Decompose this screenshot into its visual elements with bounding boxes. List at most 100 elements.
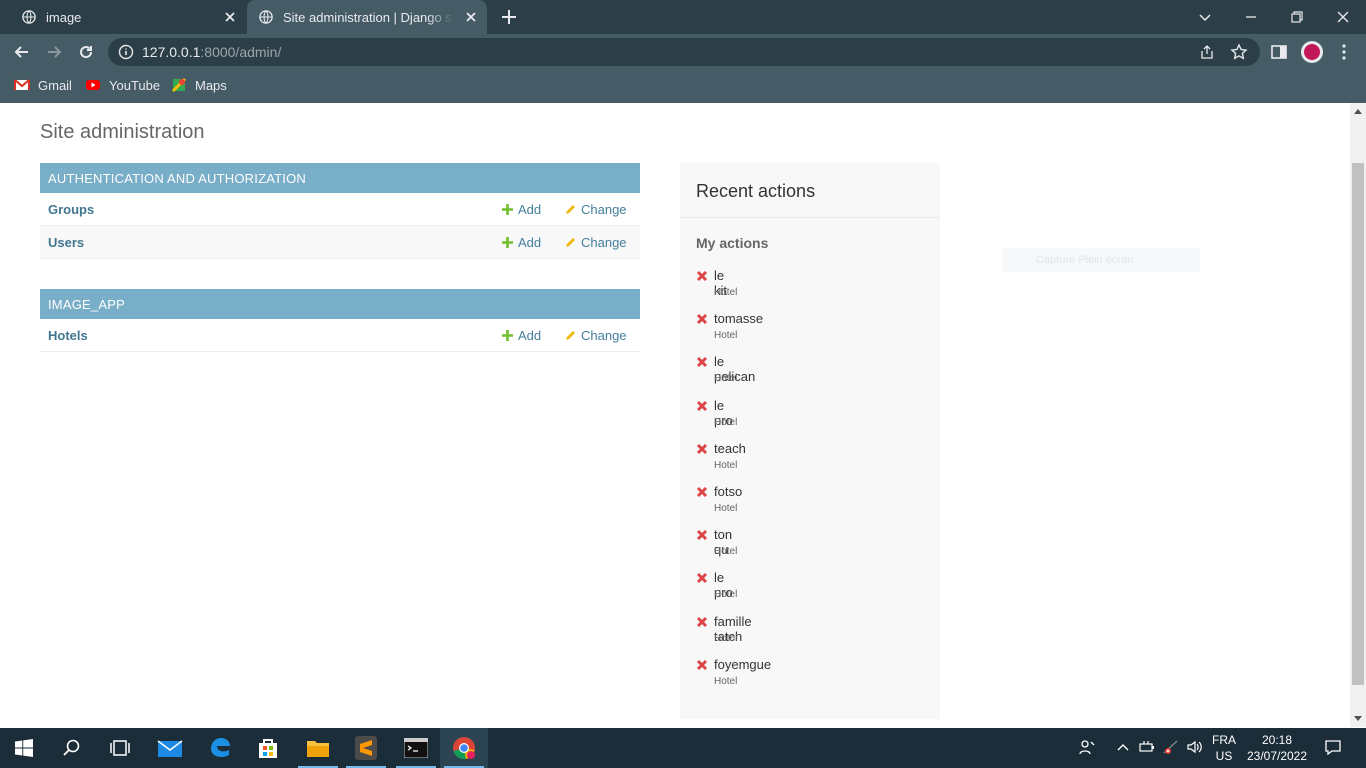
- mail-app[interactable]: [146, 728, 194, 768]
- tab-site-administration[interactable]: Site administration | Django site admin: [247, 0, 487, 34]
- windows-logo-icon: [15, 739, 33, 757]
- recent-action-object: fotso: [714, 483, 743, 499]
- recent-action-type: Hotel: [714, 502, 738, 514]
- terminal-icon: [404, 738, 428, 758]
- bookmark-star-icon[interactable]: [1230, 43, 1248, 61]
- tab-image[interactable]: image: [0, 0, 246, 34]
- my-actions-heading: My actions: [696, 235, 769, 251]
- change-hotels-link[interactable]: Change: [564, 328, 627, 343]
- task-view-button[interactable]: [96, 728, 144, 768]
- bookmark-youtube[interactable]: YouTube: [85, 77, 160, 93]
- change-groups-link[interactable]: Change: [564, 202, 627, 217]
- browser-toolbar: 127.0.0.1:8000/admin/: [0, 34, 1366, 70]
- add-hotels-link[interactable]: Add: [502, 328, 541, 343]
- recent-action-object: tomasse: [714, 311, 764, 327]
- divider: [680, 217, 940, 218]
- store-icon: [259, 739, 277, 758]
- globe-icon: [259, 10, 273, 24]
- terminal-app[interactable]: [392, 728, 440, 768]
- table-row-hotels: Hotels Add Change: [40, 319, 640, 352]
- recent-action-type: Hotel: [714, 632, 738, 644]
- add-groups-link[interactable]: Add: [502, 202, 541, 217]
- side-panel-icon[interactable]: [1269, 42, 1289, 62]
- bookmark-gmail[interactable]: Gmail: [14, 77, 72, 93]
- notification-center-icon[interactable]: [1324, 738, 1342, 756]
- module-auth: AUTHENTICATION AND AUTHORIZATION Groups …: [40, 163, 640, 259]
- battery-icon[interactable]: [1138, 738, 1156, 756]
- recent-action-type: Hotel: [714, 416, 738, 428]
- change-users-link[interactable]: Change: [564, 235, 627, 250]
- sublime-text-app[interactable]: [342, 728, 390, 768]
- address-bar[interactable]: 127.0.0.1:8000/admin/: [108, 38, 1260, 66]
- people-icon[interactable]: [1078, 738, 1096, 756]
- share-icon[interactable]: [1199, 44, 1215, 60]
- minimize-icon[interactable]: [1240, 6, 1262, 28]
- screenshot-tool-label: Capture Plein écran: [1002, 248, 1200, 272]
- menu-icon[interactable]: [1334, 42, 1354, 62]
- delete-icon: [696, 573, 708, 584]
- close-tab-icon[interactable]: [463, 9, 479, 25]
- bookmarks-bar: Gmail YouTube Maps: [0, 70, 1366, 103]
- module-image-app: IMAGE_APP Hotels Add Change: [40, 289, 640, 352]
- clock[interactable]: 20:18 23/07/2022: [1246, 732, 1308, 764]
- tab-search-icon[interactable]: [1194, 6, 1216, 28]
- pencil-icon: [566, 204, 575, 214]
- tab-title: Site administration | Django site admin: [283, 9, 453, 25]
- back-icon[interactable]: [12, 42, 32, 62]
- site-info-icon[interactable]: [118, 44, 134, 60]
- globe-icon: [22, 10, 36, 24]
- bookmark-maps[interactable]: Maps: [171, 77, 227, 93]
- module-caption[interactable]: IMAGE_APP: [40, 289, 640, 319]
- reload-icon[interactable]: [76, 42, 96, 62]
- file-explorer-app[interactable]: [294, 728, 342, 768]
- model-link-users[interactable]: Users: [48, 235, 84, 250]
- input-language-indicator[interactable]: FRA US: [1212, 732, 1236, 764]
- recent-action-object: foyemgue: [714, 656, 772, 672]
- scroll-down-arrow-icon[interactable]: [1354, 716, 1362, 721]
- add-users-link[interactable]: Add: [502, 235, 541, 250]
- store-app[interactable]: [244, 728, 292, 768]
- delete-icon: [696, 357, 708, 368]
- scrollbar-thumb[interactable]: [1352, 163, 1364, 685]
- plus-icon: [502, 237, 513, 248]
- recent-actions-panel: Recent actions My actions le kit Hotel tom…: [680, 163, 940, 719]
- windows-taskbar: FRA US 20:18 23/07/2022: [0, 728, 1366, 768]
- maps-icon: [171, 77, 187, 93]
- scroll-up-arrow-icon[interactable]: [1354, 109, 1362, 114]
- task-view-icon: [110, 740, 130, 756]
- network-disconnected-icon[interactable]: [1162, 738, 1180, 756]
- recent-action-type: Hotel: [714, 546, 738, 558]
- page-scrollbar[interactable]: [1350, 103, 1366, 727]
- module-caption[interactable]: AUTHENTICATION AND AUTHORIZATION: [40, 163, 640, 193]
- forward-icon[interactable]: [44, 42, 64, 62]
- search-icon: [63, 739, 80, 756]
- table-row-users: Users Add Change: [40, 226, 640, 259]
- chrome-app[interactable]: [440, 728, 488, 768]
- recent-action-object: teach: [714, 440, 746, 456]
- recent-action-type: Hotel: [714, 287, 738, 298]
- recent-action-type: Hotel: [714, 675, 738, 687]
- profile-avatar[interactable]: [1301, 41, 1323, 63]
- youtube-icon: [86, 80, 100, 90]
- new-tab-icon[interactable]: [499, 7, 519, 27]
- model-link-hotels[interactable]: Hotels: [48, 328, 88, 343]
- close-tab-icon[interactable]: [222, 9, 238, 25]
- chevron-up-icon[interactable]: [1114, 738, 1132, 756]
- close-window-icon[interactable]: [1332, 6, 1354, 28]
- search-button[interactable]: [48, 728, 96, 768]
- recent-action-type: Hotel: [714, 459, 738, 471]
- start-button[interactable]: [0, 728, 48, 768]
- recent-action-type: Hotel: [714, 589, 738, 601]
- delete-icon: [696, 659, 708, 670]
- edge-app[interactable]: [196, 728, 244, 768]
- recent-action-type: Hotel: [714, 330, 738, 342]
- sublime-text-icon: [355, 736, 377, 760]
- restore-icon[interactable]: [1286, 6, 1308, 28]
- model-link-groups[interactable]: Groups: [48, 202, 94, 217]
- mail-icon: [157, 740, 183, 757]
- tab-strip: image Site administration | Django site …: [0, 0, 1366, 34]
- recent-action-type: Hotel: [714, 373, 738, 385]
- page-content: Site administration AUTHENTICATION AND A…: [0, 103, 1350, 727]
- volume-icon[interactable]: [1186, 738, 1204, 756]
- delete-icon: [696, 314, 708, 325]
